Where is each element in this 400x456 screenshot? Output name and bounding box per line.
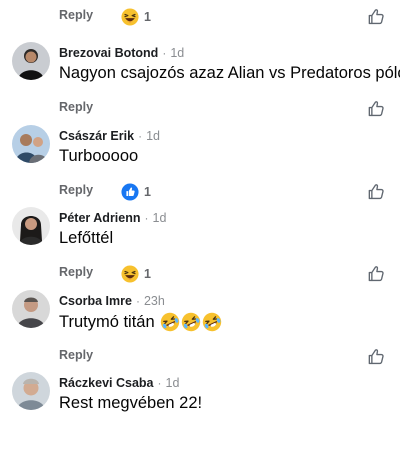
author-name[interactable]: Császár Erik bbox=[59, 129, 134, 143]
comment-text-content: Trutymó titán bbox=[59, 312, 155, 331]
like-button[interactable] bbox=[367, 183, 385, 201]
comment-meta: Brezovai Botond · 1d bbox=[59, 45, 184, 61]
thumbs-up-icon bbox=[367, 100, 385, 118]
like-reaction-icon bbox=[121, 183, 139, 201]
reply-button[interactable]: Reply bbox=[59, 265, 93, 279]
comment-meta: Császár Erik · 1d bbox=[59, 128, 160, 144]
thumbs-up-icon bbox=[367, 348, 385, 366]
avatar[interactable] bbox=[12, 290, 50, 328]
timestamp[interactable]: 1d bbox=[146, 129, 160, 143]
reply-button[interactable]: Reply bbox=[59, 100, 93, 114]
rolling-laughing-emoji-icon bbox=[202, 312, 222, 332]
reply-button[interactable]: Reply bbox=[59, 8, 93, 22]
avatar-photo bbox=[12, 42, 50, 80]
comment-text: Turbooooo bbox=[59, 147, 138, 166]
reaction-count: 1 bbox=[144, 185, 151, 199]
comment: Ráczkevi Csaba · 1d Rest megvében 22! bbox=[0, 372, 400, 456]
comment-text: Lefőttél bbox=[59, 229, 113, 248]
rolling-laughing-emoji-icon bbox=[181, 312, 201, 332]
comment-text-content: Lefőttél bbox=[59, 229, 114, 247]
reply-row: Reply 1 bbox=[59, 7, 400, 27]
avatar[interactable] bbox=[12, 207, 50, 245]
rolling-laughing-emoji-icon bbox=[160, 312, 180, 332]
reaction-summary[interactable]: 1 bbox=[121, 264, 151, 284]
separator: · bbox=[162, 46, 167, 60]
timestamp[interactable]: 1d bbox=[166, 376, 180, 390]
like-button[interactable] bbox=[367, 100, 385, 118]
comment-text-content: Turbooooo bbox=[59, 147, 139, 165]
timestamp[interactable]: 1d bbox=[170, 46, 184, 60]
author-name[interactable]: Ráczkevi Csaba bbox=[59, 376, 154, 390]
comment-text: Trutymó titán bbox=[59, 312, 222, 332]
reply-row: Reply bbox=[59, 99, 400, 119]
reply-row: Reply 1 bbox=[59, 182, 400, 202]
thumbs-up-icon bbox=[367, 265, 385, 283]
comment-text: Nagyon csajozós azaz Alian vs Predatoros… bbox=[59, 64, 400, 83]
comment: Péter Adrienn · 1d Lefőttél Reply 1 bbox=[0, 207, 400, 291]
reply-row: Reply bbox=[59, 347, 400, 367]
previous-comment-actions: Reply 1 bbox=[0, 0, 400, 34]
avatar-photo bbox=[12, 372, 50, 410]
laughing-emoji-icon bbox=[121, 265, 139, 283]
reply-button[interactable]: Reply bbox=[59, 348, 93, 362]
comment-meta: Péter Adrienn · 1d bbox=[59, 210, 166, 226]
reply-row: Reply 1 bbox=[59, 264, 400, 284]
comment-text-content: Rest megvében 22! bbox=[59, 394, 203, 412]
laughing-emoji-icon bbox=[121, 8, 139, 26]
avatar-photo bbox=[12, 290, 50, 328]
timestamp[interactable]: 23h bbox=[144, 294, 165, 308]
comment: Csorba Imre · 23h Trutymó titán Reply bbox=[0, 290, 400, 374]
separator: · bbox=[138, 129, 143, 143]
timestamp[interactable]: 1d bbox=[153, 211, 167, 225]
reply-button[interactable]: Reply bbox=[59, 183, 93, 197]
author-name[interactable]: Péter Adrienn bbox=[59, 211, 141, 225]
comment-meta: Ráczkevi Csaba · 1d bbox=[59, 375, 179, 391]
comment: Császár Erik · 1d Turbooooo Reply 1 bbox=[0, 125, 400, 209]
comment-meta: Csorba Imre · 23h bbox=[59, 293, 165, 309]
separator: · bbox=[135, 294, 140, 308]
reaction-count: 1 bbox=[144, 267, 151, 281]
author-name[interactable]: Csorba Imre bbox=[59, 294, 132, 308]
avatar-photo bbox=[12, 207, 50, 245]
reaction-summary[interactable]: 1 bbox=[121, 7, 151, 27]
reaction-summary[interactable]: 1 bbox=[121, 182, 151, 202]
comment-text: Rest megvében 22! bbox=[59, 394, 202, 413]
avatar[interactable] bbox=[12, 42, 50, 80]
like-button[interactable] bbox=[367, 348, 385, 366]
avatar-photo bbox=[12, 125, 50, 163]
separator: · bbox=[144, 211, 149, 225]
avatar[interactable] bbox=[12, 372, 50, 410]
comment: Brezovai Botond · 1d Nagyon csajozós aza… bbox=[0, 42, 400, 126]
thumbs-up-icon bbox=[367, 183, 385, 201]
author-name[interactable]: Brezovai Botond bbox=[59, 46, 158, 60]
like-button[interactable] bbox=[367, 8, 385, 26]
comment-text-content: Nagyon csajozós azaz Alian vs Predatoros… bbox=[59, 64, 400, 82]
like-button[interactable] bbox=[367, 265, 385, 283]
reaction-count: 1 bbox=[144, 10, 151, 24]
separator: · bbox=[157, 376, 162, 390]
avatar[interactable] bbox=[12, 125, 50, 163]
thumbs-up-icon bbox=[367, 8, 385, 26]
